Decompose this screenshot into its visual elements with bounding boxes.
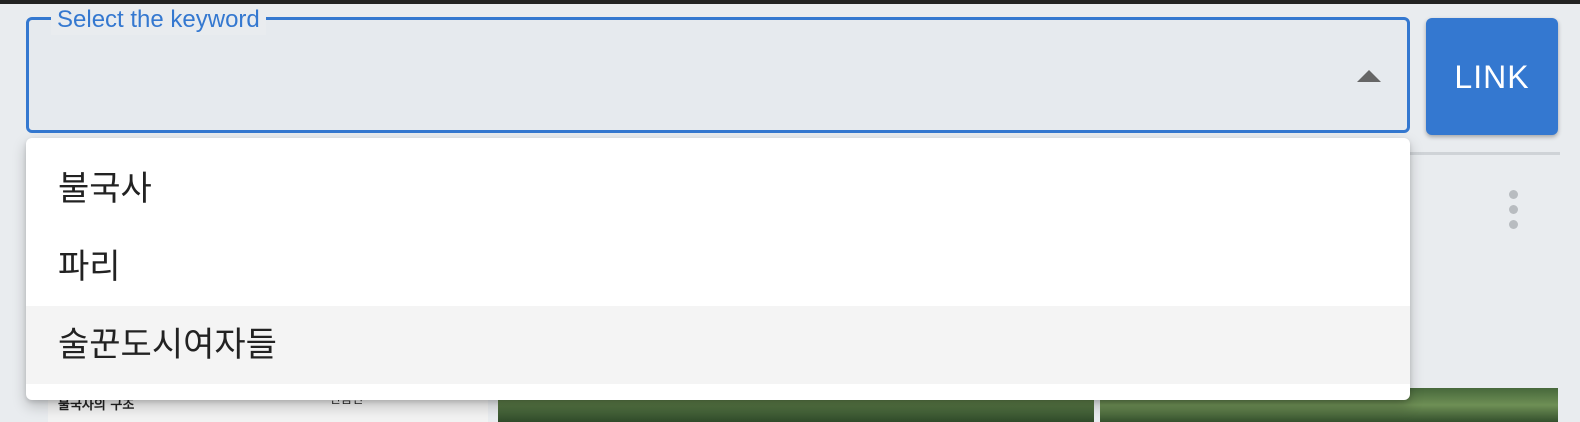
window-top-border xyxy=(0,0,1580,4)
more-vertical-icon[interactable] xyxy=(1509,190,1519,230)
link-button[interactable]: LINK xyxy=(1426,18,1558,135)
result-card xyxy=(1398,152,1560,395)
keyword-dropdown-menu: 불국사 파리 술꾼도시여자들 xyxy=(26,138,1410,400)
keyword-select-label: Select the keyword xyxy=(51,5,266,35)
caret-up-icon[interactable] xyxy=(1357,70,1381,82)
keyword-select[interactable]: Select the keyword xyxy=(26,5,1410,133)
dropdown-option[interactable]: 파리 xyxy=(26,228,1410,306)
dropdown-option[interactable]: 불국사 xyxy=(26,150,1410,228)
dropdown-option-highlighted[interactable]: 술꾼도시여자들 xyxy=(26,306,1410,384)
